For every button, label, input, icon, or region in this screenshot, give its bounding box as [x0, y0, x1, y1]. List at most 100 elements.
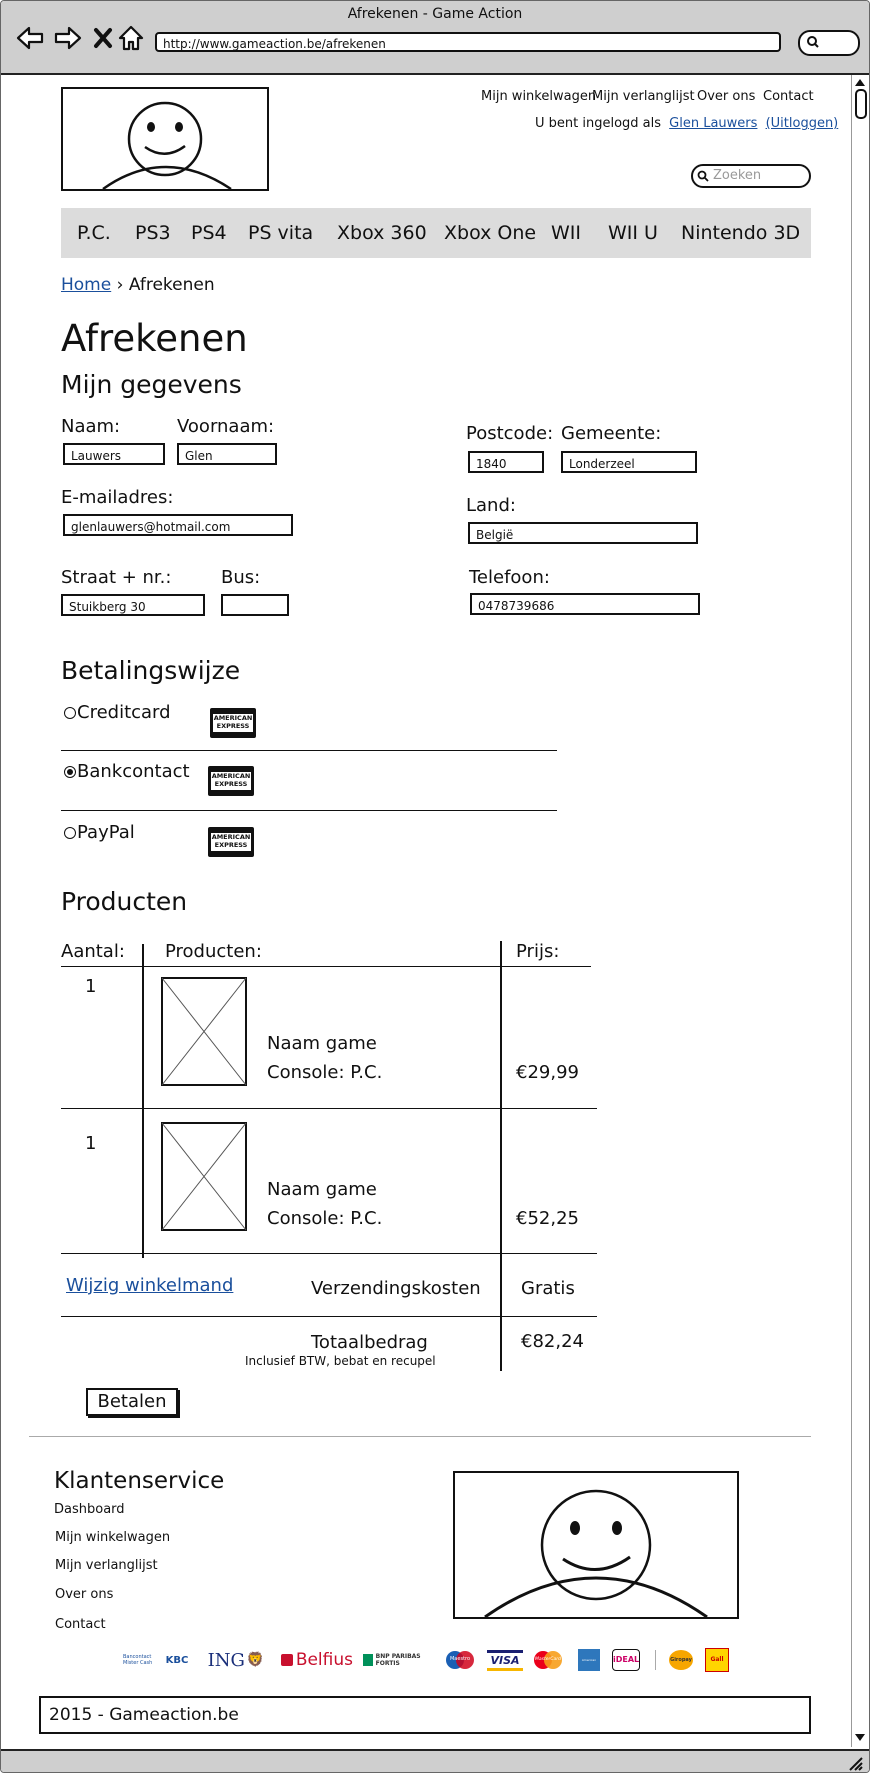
breadcrumb: Home › Afrekenen [61, 275, 215, 295]
product-price: €52,25 [516, 1208, 579, 1229]
menu-item-nintendo3d[interactable]: Nintendo 3D [681, 222, 800, 244]
top-link-contact[interactable]: Contact [763, 89, 843, 104]
forward-arrow-icon[interactable] [53, 23, 83, 53]
pay-button[interactable]: Betalen [86, 1388, 178, 1416]
scroll-down-icon[interactable] [854, 1733, 866, 1743]
copyright-bar: 2015 - Gameaction.be [39, 1696, 811, 1734]
column-header-prijs: Prijs: [516, 941, 560, 962]
straat-input[interactable]: Stuikberg 30 [61, 594, 205, 616]
shipping-label: Verzendingskosten [311, 1278, 481, 1299]
menu-item-ps4[interactable]: PS4 [191, 222, 227, 244]
user-name-link[interactable]: Glen Lauwers [669, 116, 757, 131]
creditcard-radio[interactable] [64, 707, 76, 719]
footer-link-wishlist[interactable]: Mijn verlanglijst [55, 1558, 158, 1573]
paypal-radio[interactable] [64, 827, 76, 839]
search-placeholder: Zoeken [713, 168, 762, 183]
product-console: Console: P.C. [267, 1062, 383, 1083]
payment-logo: Bancontact Mister Cash [123, 1654, 153, 1666]
copyright-text: 2015 - Gameaction.be [49, 1705, 239, 1725]
vertical-scrollbar[interactable] [851, 75, 868, 1747]
telefoon-input[interactable]: 0478739686 [470, 593, 700, 615]
footer-divider [29, 1436, 811, 1437]
bankcontact-label[interactable]: Bankcontact [77, 761, 190, 782]
payment-logo: ING 🦁 [207, 1649, 265, 1671]
land-input[interactable]: België [468, 522, 698, 544]
window-title: Afrekenen - Game Action [347, 6, 523, 22]
column-header-producten: Producten: [165, 941, 262, 962]
postcode-label: Postcode: [466, 423, 554, 444]
paypal-label[interactable]: PayPal [77, 822, 135, 843]
product-name[interactable]: Naam game [267, 1179, 377, 1200]
logo-separator [655, 1650, 656, 1670]
edit-cart-link[interactable]: Wijzig winkelmand [66, 1275, 233, 1296]
browser-search-box[interactable] [798, 30, 860, 56]
scroll-up-icon[interactable] [854, 77, 866, 87]
menu-item-wiiu[interactable]: WII U [608, 222, 658, 244]
payment-logo: Maestro [445, 1648, 475, 1672]
home-icon[interactable] [116, 23, 146, 53]
table-divider [61, 1253, 597, 1254]
product-name[interactable]: Naam game [267, 1033, 377, 1054]
table-divider [142, 944, 144, 1258]
footer-heading: Klantenservice [54, 1468, 225, 1494]
column-header-aantal: Aantal: [61, 941, 125, 962]
creditcard-label[interactable]: Creditcard [77, 702, 171, 723]
bus-label: Bus: [221, 567, 261, 588]
telefoon-label: Telefoon: [469, 567, 550, 588]
site-search-input[interactable]: Zoeken [691, 164, 811, 188]
close-icon[interactable] [89, 23, 119, 53]
details-heading: Mijn gegevens [61, 370, 242, 399]
naam-input[interactable]: Lauwers [63, 443, 165, 465]
total-note: Inclusief BTW, bebat en recupel [245, 1354, 436, 1368]
footer-link-about[interactable]: Over ons [55, 1587, 113, 1602]
total-value: €82,24 [521, 1331, 584, 1352]
payment-logo: MasterCard [533, 1648, 563, 1672]
site-logo[interactable] [61, 87, 269, 191]
postcode-input[interactable]: 1840 [468, 451, 544, 473]
footer-link-contact[interactable]: Contact [55, 1617, 106, 1632]
amex-logo: AMERICAN EXPRESS [210, 708, 256, 738]
menu-item-xbox360[interactable]: Xbox 360 [337, 222, 427, 244]
product-price: €29,99 [516, 1062, 579, 1083]
bankcontact-radio[interactable] [64, 766, 76, 778]
voornaam-label: Voornaam: [177, 416, 275, 437]
product-image-placeholder[interactable] [161, 1122, 247, 1231]
menu-item-wii[interactable]: WII [551, 222, 581, 244]
payment-logo: KBC [165, 1654, 189, 1666]
menu-item-xboxone[interactable]: Xbox One [444, 222, 536, 244]
address-bar[interactable]: http://www.gameaction.be/afrekenen [155, 32, 781, 52]
payment-divider [61, 810, 557, 811]
breadcrumb-separator-icon: › [116, 275, 124, 295]
resize-grip-icon[interactable] [847, 1755, 863, 1771]
total-label: Totaalbedrag [311, 1332, 428, 1353]
back-arrow-icon[interactable] [15, 23, 45, 53]
browser-window: Afrekenen - Game Action http://www.gamea… [0, 0, 870, 1773]
login-prefix: U bent ingelogd als [535, 116, 662, 131]
table-divider [500, 941, 502, 1371]
payment-logo: VISA [487, 1648, 523, 1672]
payment-logo: Giropay [668, 1648, 694, 1672]
products-heading: Producten [61, 887, 188, 916]
table-row-qty: 1 [85, 976, 97, 997]
logout-link[interactable]: (Uitloggen) [766, 116, 839, 131]
product-image-placeholder[interactable] [161, 977, 247, 1086]
scrollbar-thumb[interactable] [855, 89, 867, 119]
page-title: Afrekenen [61, 317, 248, 360]
email-input[interactable]: glenlauwers@hotmail.com [63, 514, 293, 536]
footer-link-cart[interactable]: Mijn winkelwagen [55, 1530, 170, 1545]
table-divider [61, 1108, 597, 1109]
menu-item-ps3[interactable]: PS3 [135, 222, 171, 244]
table-row-qty: 1 [85, 1133, 97, 1154]
menu-item-psvita[interactable]: PS vita [248, 222, 313, 244]
menu-item-pc[interactable]: P.C. [77, 222, 111, 244]
login-status: U bent ingelogd als Glen Lauwers (Uitlog… [535, 116, 838, 131]
breadcrumb-home[interactable]: Home [61, 275, 111, 295]
gemeente-input[interactable]: Londerzeel [561, 451, 697, 473]
payment-logo: iDEAL [611, 1648, 641, 1672]
table-divider [61, 966, 591, 967]
voornaam-input[interactable]: Glen [177, 443, 277, 465]
amex-logo: AMERICAN EXPRESS [208, 827, 254, 857]
bus-input[interactable] [221, 594, 289, 616]
product-console: Console: P.C. [267, 1208, 383, 1229]
footer-link-dashboard[interactable]: Dashboard [54, 1502, 125, 1517]
